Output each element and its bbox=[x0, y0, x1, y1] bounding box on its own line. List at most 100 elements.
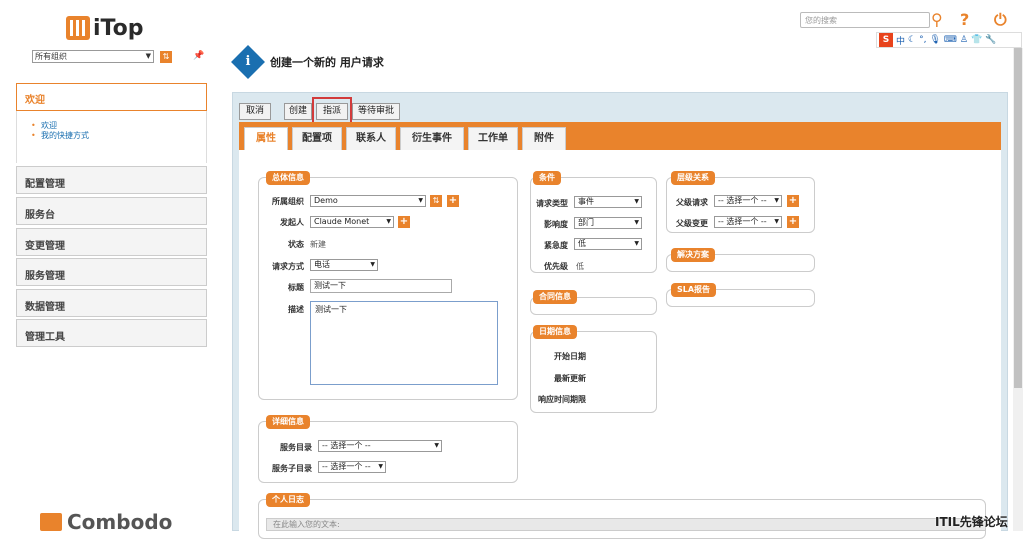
priority-label: 优先级 bbox=[544, 262, 568, 271]
tab-related-incidents[interactable]: 衍生事件 bbox=[400, 127, 464, 150]
submenu-shortcuts-link[interactable]: 我的快捷方式 bbox=[31, 131, 206, 141]
combodo-text: Combodo bbox=[67, 510, 173, 534]
impact-label: 影响度 bbox=[544, 220, 568, 229]
power-icon[interactable]: ⏻ bbox=[994, 10, 1007, 30]
ime-toolbar: S 中 ☾ °, 🎙 ⌨ ♙ 👕 🔧 bbox=[876, 32, 1022, 48]
add-parent-change-button[interactable]: + bbox=[787, 216, 799, 228]
org-filter-select[interactable]: 所有组织 ▼ bbox=[32, 50, 154, 63]
parent-request-select[interactable]: -- 选择一个 -- ▼ bbox=[714, 195, 782, 207]
menu-welcome[interactable]: 欢迎 bbox=[16, 83, 207, 111]
watermark: ITIL先锋论坛 bbox=[935, 515, 1008, 529]
chevron-down-icon: ▼ bbox=[634, 219, 639, 226]
left-sidebar: iTop 所有组织 ▼ ⇅ 📌 欢迎 欢迎 我的快捷方式 配置管理 服务台 变更管… bbox=[0, 0, 214, 534]
origin-select[interactable]: 电话 ▼ bbox=[310, 259, 378, 271]
logo-text: iTop bbox=[93, 15, 144, 41]
hierarchy-icon[interactable]: ⇅ bbox=[160, 51, 172, 63]
moon-icon[interactable]: ☾ bbox=[908, 35, 916, 45]
org-filter-value: 所有组织 bbox=[35, 52, 67, 61]
chevron-down-icon: ▼ bbox=[634, 240, 639, 247]
mic-icon[interactable]: 🎙 bbox=[929, 35, 940, 45]
submenu-welcome-link[interactable]: 欢迎 bbox=[31, 121, 206, 131]
caller-select[interactable]: Claude Monet ▼ bbox=[310, 216, 394, 228]
page-title: 创建一个新的 用户请求 bbox=[270, 56, 384, 69]
welcome-submenu: 欢迎 我的快捷方式 bbox=[16, 111, 207, 163]
org-select[interactable]: Demo ▼ bbox=[310, 195, 426, 207]
punct-icon[interactable]: °, bbox=[919, 35, 926, 45]
pin-icon[interactable]: 📌 bbox=[193, 51, 204, 61]
info-icon: i bbox=[231, 45, 265, 79]
dates-legend: 日期信息 bbox=[533, 325, 577, 339]
chevron-down-icon: ▼ bbox=[378, 463, 383, 470]
chevron-down-icon: ▼ bbox=[434, 442, 439, 449]
type-value: 事件 bbox=[578, 197, 594, 206]
scrollbar-thumb[interactable] bbox=[1014, 48, 1022, 388]
global-search-input[interactable]: 您的搜索 bbox=[800, 12, 930, 28]
menu-data-mgmt[interactable]: 数据管理 bbox=[16, 289, 207, 317]
subservice-value: -- 选择一个 -- bbox=[322, 462, 371, 471]
status-value: 新建 bbox=[310, 240, 326, 249]
subservice-select[interactable]: -- 选择一个 -- ▼ bbox=[318, 461, 386, 473]
user-icon[interactable]: ♙ bbox=[960, 35, 968, 45]
caller-value: Claude Monet bbox=[314, 217, 370, 226]
details-legend: 详细信息 bbox=[266, 415, 310, 429]
type-label: 请求类型 bbox=[536, 199, 568, 208]
menu-admin-tools[interactable]: 管理工具 bbox=[16, 319, 207, 347]
tto-deadline-label: 响应时间期限 bbox=[538, 395, 586, 404]
page-header: i 创建一个新的 用户请求 bbox=[231, 45, 384, 79]
start-date-label: 开始日期 bbox=[554, 352, 586, 361]
tab-ci[interactable]: 配置项 bbox=[292, 127, 342, 150]
last-update-label: 最新更新 bbox=[554, 374, 586, 383]
shirt-icon[interactable]: 👕 bbox=[971, 35, 982, 45]
resolution-legend: 解决方案 bbox=[671, 248, 715, 262]
impact-select[interactable]: 部门 ▼ bbox=[574, 217, 642, 229]
create-button[interactable]: 创建 bbox=[284, 103, 312, 120]
urgency-label: 紧急度 bbox=[544, 241, 568, 250]
parent-request-label: 父级请求 bbox=[676, 198, 708, 207]
menu-change-mgmt[interactable]: 变更管理 bbox=[16, 228, 207, 256]
origin-value: 电话 bbox=[314, 260, 330, 269]
org-label: 所属组织 bbox=[272, 197, 304, 206]
scrollbar[interactable] bbox=[1013, 48, 1023, 531]
journal-legend: 个人日志 bbox=[266, 493, 310, 507]
wrench-icon[interactable]: 🔧 bbox=[985, 35, 996, 45]
service-select[interactable]: -- 选择一个 -- ▼ bbox=[318, 440, 442, 452]
title-input[interactable]: 测试一下 bbox=[310, 279, 452, 293]
chevron-down-icon: ▼ bbox=[370, 261, 375, 268]
urgency-select[interactable]: 低 ▼ bbox=[574, 238, 642, 250]
chevron-down-icon: ▼ bbox=[145, 52, 151, 60]
tab-workorders[interactable]: 工作单 bbox=[468, 127, 518, 150]
add-caller-button[interactable]: + bbox=[398, 216, 410, 228]
caller-label: 发起人 bbox=[280, 218, 304, 227]
subservice-label: 服务子目录 bbox=[272, 464, 312, 473]
priority-value: 低 bbox=[576, 262, 584, 271]
tab-contacts[interactable]: 联系人 bbox=[346, 127, 396, 150]
chevron-down-icon: ▼ bbox=[774, 197, 779, 204]
menu-service-mgmt[interactable]: 服务管理 bbox=[16, 258, 207, 286]
add-org-button[interactable]: + bbox=[447, 195, 459, 207]
parent-request-value: -- 选择一个 -- bbox=[718, 196, 767, 205]
wait-approval-button[interactable]: 等待审批 bbox=[352, 103, 400, 120]
keyboard-icon[interactable]: ⌨ bbox=[944, 35, 957, 45]
menu-config-mgmt[interactable]: 配置管理 bbox=[16, 166, 207, 194]
parent-change-select[interactable]: -- 选择一个 -- ▼ bbox=[714, 216, 782, 228]
title-label: 标题 bbox=[288, 283, 304, 292]
help-icon[interactable]: ? bbox=[960, 10, 969, 29]
combodo-logo: Combodo bbox=[40, 510, 172, 534]
sla-legend: SLA报告 bbox=[671, 283, 717, 297]
service-value: -- 选择一个 -- bbox=[322, 441, 371, 450]
sogou-icon: S bbox=[879, 33, 893, 47]
service-label: 服务目录 bbox=[280, 443, 312, 452]
org-value: Demo bbox=[314, 196, 338, 205]
cancel-button[interactable]: 取消 bbox=[239, 103, 271, 120]
contract-legend: 合同信息 bbox=[533, 290, 577, 304]
description-textarea[interactable]: 测试一下 bbox=[310, 301, 498, 385]
ime-mode[interactable]: 中 bbox=[896, 34, 905, 47]
type-select[interactable]: 事件 ▼ bbox=[574, 196, 642, 208]
journal-input[interactable]: 在此输入您的文本: bbox=[266, 518, 986, 531]
add-parent-request-button[interactable]: + bbox=[787, 195, 799, 207]
hierarchy-icon[interactable]: ⇅ bbox=[430, 195, 442, 207]
search-icon[interactable]: ⚲ bbox=[931, 10, 943, 29]
tab-attachments[interactable]: 附件 bbox=[522, 127, 566, 150]
menu-helpdesk[interactable]: 服务台 bbox=[16, 197, 207, 225]
tab-properties[interactable]: 属性 bbox=[244, 127, 288, 150]
